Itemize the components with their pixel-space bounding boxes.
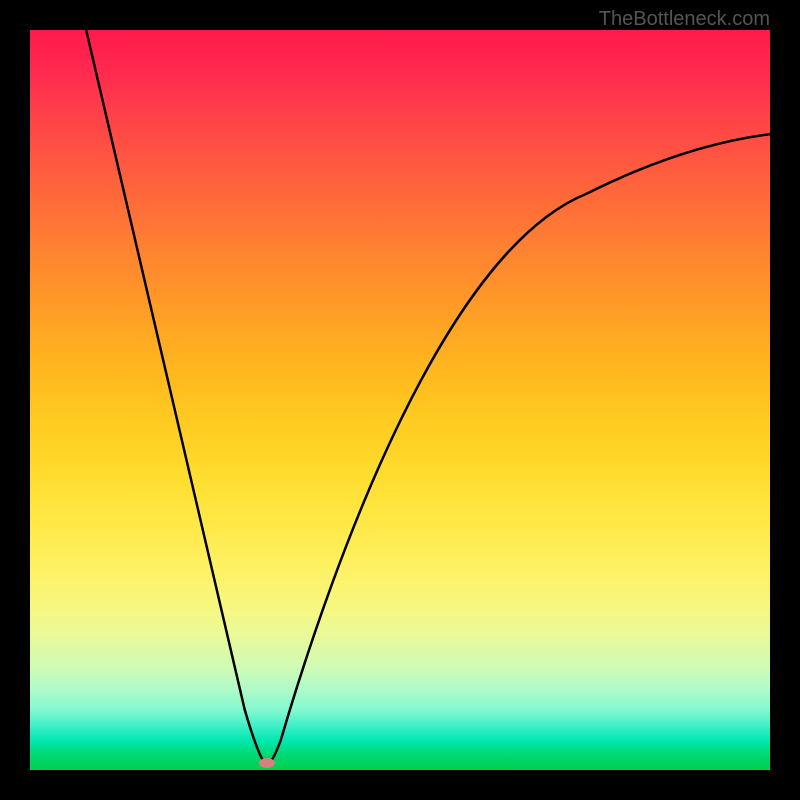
bottleneck-curve-path bbox=[85, 30, 770, 766]
watermark-text: TheBottleneck.com bbox=[599, 8, 770, 31]
curve-overlay bbox=[30, 30, 770, 770]
minimum-point-marker bbox=[259, 758, 275, 768]
chart-plot-area bbox=[30, 30, 770, 770]
